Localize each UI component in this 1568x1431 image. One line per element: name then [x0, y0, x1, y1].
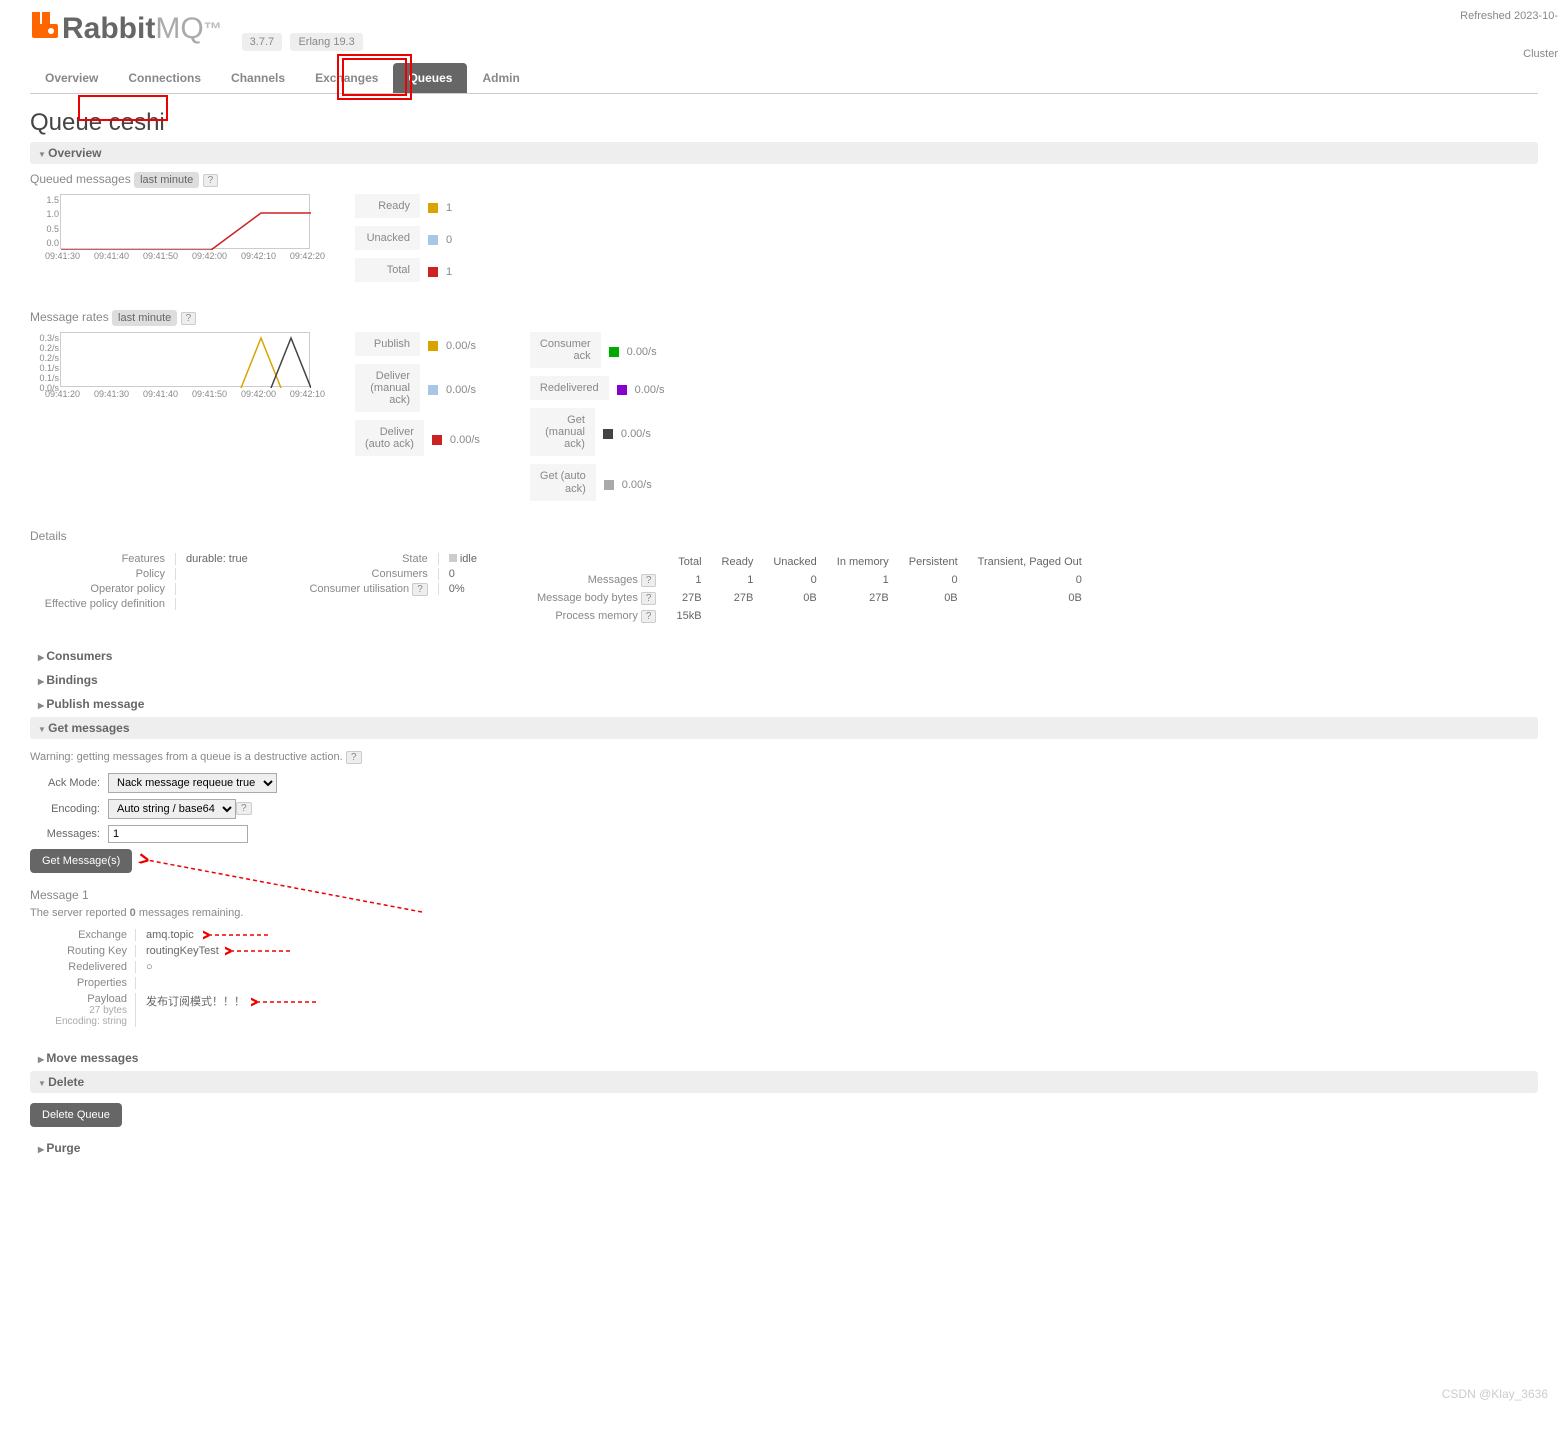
help-icon[interactable]: ? [641, 574, 657, 587]
message-rates-title: Message rates last minute ? [30, 310, 1538, 324]
server-reported: The server reported 0 messages remaining… [30, 907, 1538, 919]
logo-suffix: MQ [155, 12, 203, 46]
erlang-badge: Erlang 19.3 [290, 33, 362, 51]
tab-exchanges[interactable]: Exchanges [300, 63, 393, 93]
help-icon[interactable]: ? [203, 174, 219, 187]
help-icon[interactable]: ? [641, 592, 657, 605]
queued-messages-chart: 1.51.00.50.0 [60, 194, 310, 249]
cluster-label: Cluster [1523, 48, 1558, 60]
details-label: Details [30, 529, 1538, 543]
help-icon[interactable]: ? [181, 312, 197, 325]
ack-mode-label: Ack Mode: [30, 777, 100, 789]
queued-messages-title: Queued messages last minute ? [30, 172, 1538, 186]
version-badge: 3.7.7 [242, 33, 282, 51]
message-rates-chart: 0.3/s0.2/s0.2/s0.1/s0.1/s0.0/s [60, 332, 310, 387]
help-icon[interactable]: ? [236, 802, 252, 815]
tab-connections[interactable]: Connections [113, 63, 216, 93]
section-get[interactable]: Get messages [30, 717, 1538, 739]
tab-admin[interactable]: Admin [467, 63, 534, 93]
encoding-label: Encoding: [30, 803, 100, 815]
watermark: CSDN @Klay_3636 [1442, 1387, 1548, 1401]
section-consumers[interactable]: Consumers [30, 645, 1538, 667]
time-range-tag[interactable]: last minute [134, 172, 199, 188]
main-tabs: Overview Connections Channels Exchanges … [30, 63, 1538, 94]
messages-input[interactable] [108, 825, 248, 843]
message-header: Message 1 [30, 888, 1538, 902]
encoding-select[interactable]: Auto string / base64 [108, 799, 236, 819]
logo-icon [30, 10, 60, 48]
section-bindings[interactable]: Bindings [30, 669, 1538, 691]
stats-table: TotalReadyUnackedIn memoryPersistentTran… [527, 553, 1092, 625]
tab-channels[interactable]: Channels [216, 63, 300, 93]
ack-mode-select[interactable]: Nack message requeue true [108, 773, 277, 793]
tab-overview[interactable]: Overview [30, 63, 113, 93]
get-messages-button[interactable]: Get Message(s) [30, 849, 132, 873]
tab-queues[interactable]: Queues [393, 63, 467, 93]
messages-label: Messages: [30, 828, 100, 840]
time-range-tag-2[interactable]: last minute [112, 310, 177, 326]
section-publish[interactable]: Publish message [30, 693, 1538, 715]
delete-queue-button[interactable]: Delete Queue [30, 1103, 122, 1127]
section-purge[interactable]: Purge [30, 1137, 1538, 1159]
section-move[interactable]: Move messages [30, 1047, 1538, 1069]
section-delete[interactable]: Delete [30, 1071, 1538, 1093]
help-icon[interactable]: ? [346, 751, 362, 764]
help-icon[interactable]: ? [641, 610, 657, 623]
rates-legend-b: Consumerack0.00/s Redelivered0.00/s Get(… [530, 332, 665, 509]
get-warning: Warning: getting messages from a queue i… [30, 751, 343, 763]
queued-legend: Ready1 Unacked0 Total1 [355, 194, 452, 290]
page-title: Queue ceshi [30, 109, 1538, 137]
logo-text: Rabbit [62, 12, 155, 46]
help-icon[interactable]: ? [412, 583, 428, 596]
rates-legend-a: Publish0.00/s Deliver(manualack)0.00/s D… [355, 332, 480, 509]
section-overview[interactable]: Overview [30, 142, 1538, 164]
refreshed-label: Refreshed 2023-10- [1460, 10, 1558, 22]
rabbitmq-logo: RabbitMQ™ [30, 10, 222, 48]
